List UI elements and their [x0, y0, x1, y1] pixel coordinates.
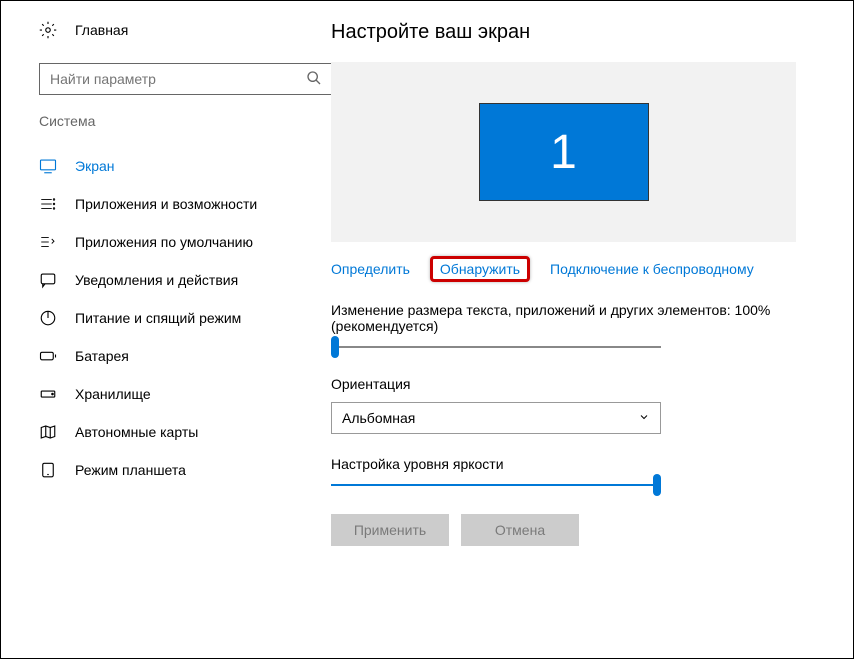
- dropdown-value: Альбомная: [342, 410, 415, 426]
- sidebar-item-battery[interactable]: Батарея: [39, 337, 311, 375]
- nav-label: Приложения и возможности: [75, 196, 257, 212]
- sidebar-item-maps[interactable]: Автономные карты: [39, 413, 311, 451]
- cancel-button[interactable]: Отмена: [461, 514, 579, 546]
- scaling-slider[interactable]: [331, 346, 661, 348]
- orientation-label: Ориентация: [331, 376, 833, 392]
- display-icon: [39, 157, 57, 175]
- nav-label: Режим планшета: [75, 462, 186, 478]
- search-icon: [306, 70, 322, 89]
- search-box[interactable]: [39, 63, 333, 95]
- power-icon: [39, 309, 57, 327]
- search-input[interactable]: [50, 71, 306, 87]
- default-apps-icon: [39, 233, 57, 251]
- category-header: Система: [39, 113, 311, 129]
- battery-icon: [39, 347, 57, 365]
- tablet-icon: [39, 461, 57, 479]
- nav-label: Автономные карты: [75, 424, 198, 440]
- nav-label: Хранилище: [75, 386, 151, 402]
- display-preview[interactable]: 1: [331, 62, 796, 242]
- nav-label: Экран: [75, 158, 115, 174]
- slider-thumb[interactable]: [653, 474, 661, 496]
- page-title: Настройте ваш экран: [331, 21, 833, 44]
- home-label: Главная: [75, 22, 128, 38]
- orientation-dropdown[interactable]: Альбомная: [331, 402, 661, 434]
- monitor-1[interactable]: 1: [479, 103, 649, 201]
- gear-icon: [39, 21, 57, 39]
- nav-label: Питание и спящий режим: [75, 310, 241, 326]
- sidebar-item-apps[interactable]: Приложения и возможности: [39, 185, 311, 223]
- sidebar-item-tablet[interactable]: Режим планшета: [39, 451, 311, 489]
- apps-icon: [39, 195, 57, 213]
- sidebar-item-default-apps[interactable]: Приложения по умолчанию: [39, 223, 311, 261]
- nav-label: Уведомления и действия: [75, 272, 238, 288]
- identify-link[interactable]: Определить: [331, 261, 410, 277]
- notifications-icon: [39, 271, 57, 289]
- nav-label: Батарея: [75, 348, 129, 364]
- chevron-down-icon: [638, 410, 650, 426]
- sidebar-item-notifications[interactable]: Уведомления и действия: [39, 261, 311, 299]
- slider-thumb[interactable]: [331, 336, 339, 358]
- detect-link[interactable]: Обнаружить: [430, 256, 530, 282]
- nav-label: Приложения по умолчанию: [75, 234, 253, 250]
- scaling-label: Изменение размера текста, приложений и д…: [331, 302, 833, 334]
- apply-button[interactable]: Применить: [331, 514, 449, 546]
- sidebar-item-power[interactable]: Питание и спящий режим: [39, 299, 311, 337]
- home-link[interactable]: Главная: [39, 21, 311, 39]
- storage-icon: [39, 385, 57, 403]
- brightness-slider[interactable]: [331, 484, 661, 486]
- maps-icon: [39, 423, 57, 441]
- sidebar-item-storage[interactable]: Хранилище: [39, 375, 311, 413]
- sidebar-item-display[interactable]: Экран: [39, 147, 311, 185]
- brightness-label: Настройка уровня яркости: [331, 456, 833, 472]
- wireless-link[interactable]: Подключение к беспроводному: [550, 261, 754, 277]
